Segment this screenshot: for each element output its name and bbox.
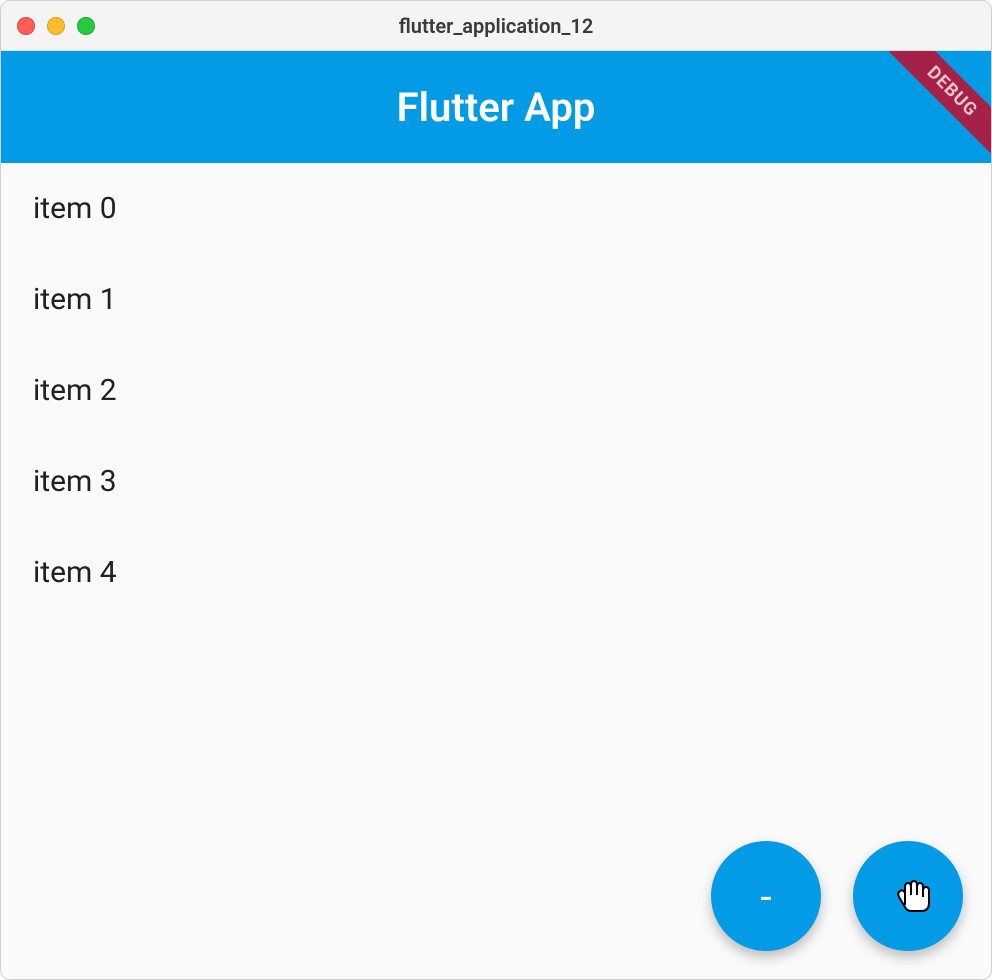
minus-icon: -: [759, 876, 772, 916]
minimize-window-button[interactable]: [47, 17, 65, 35]
window-title: flutter_application_12: [399, 14, 594, 38]
list-item[interactable]: item 1: [1, 254, 991, 345]
list-item[interactable]: item 4: [1, 527, 991, 618]
traffic-lights: [17, 17, 95, 35]
list-item[interactable]: item 2: [1, 345, 991, 436]
debug-banner: DEBUG: [878, 51, 991, 163]
list-container: item 0 item 1 item 2 item 3 item 4: [1, 163, 991, 618]
fab-container: - +: [711, 841, 963, 951]
app-content: Flutter App DEBUG item 0 item 1 item 2 i…: [1, 51, 991, 979]
list-item[interactable]: item 3: [1, 436, 991, 527]
plus-fab[interactable]: +: [853, 841, 963, 951]
titlebar: flutter_application_12: [1, 1, 991, 51]
list-item[interactable]: item 0: [1, 163, 991, 254]
close-window-button[interactable]: [17, 17, 35, 35]
app-bar-title: Flutter App: [397, 84, 596, 131]
minus-fab[interactable]: -: [711, 841, 821, 951]
maximize-window-button[interactable]: [77, 17, 95, 35]
plus-icon: +: [896, 876, 919, 916]
app-bar: Flutter App DEBUG: [1, 51, 991, 163]
app-window: flutter_application_12 Flutter App DEBUG…: [0, 0, 992, 980]
